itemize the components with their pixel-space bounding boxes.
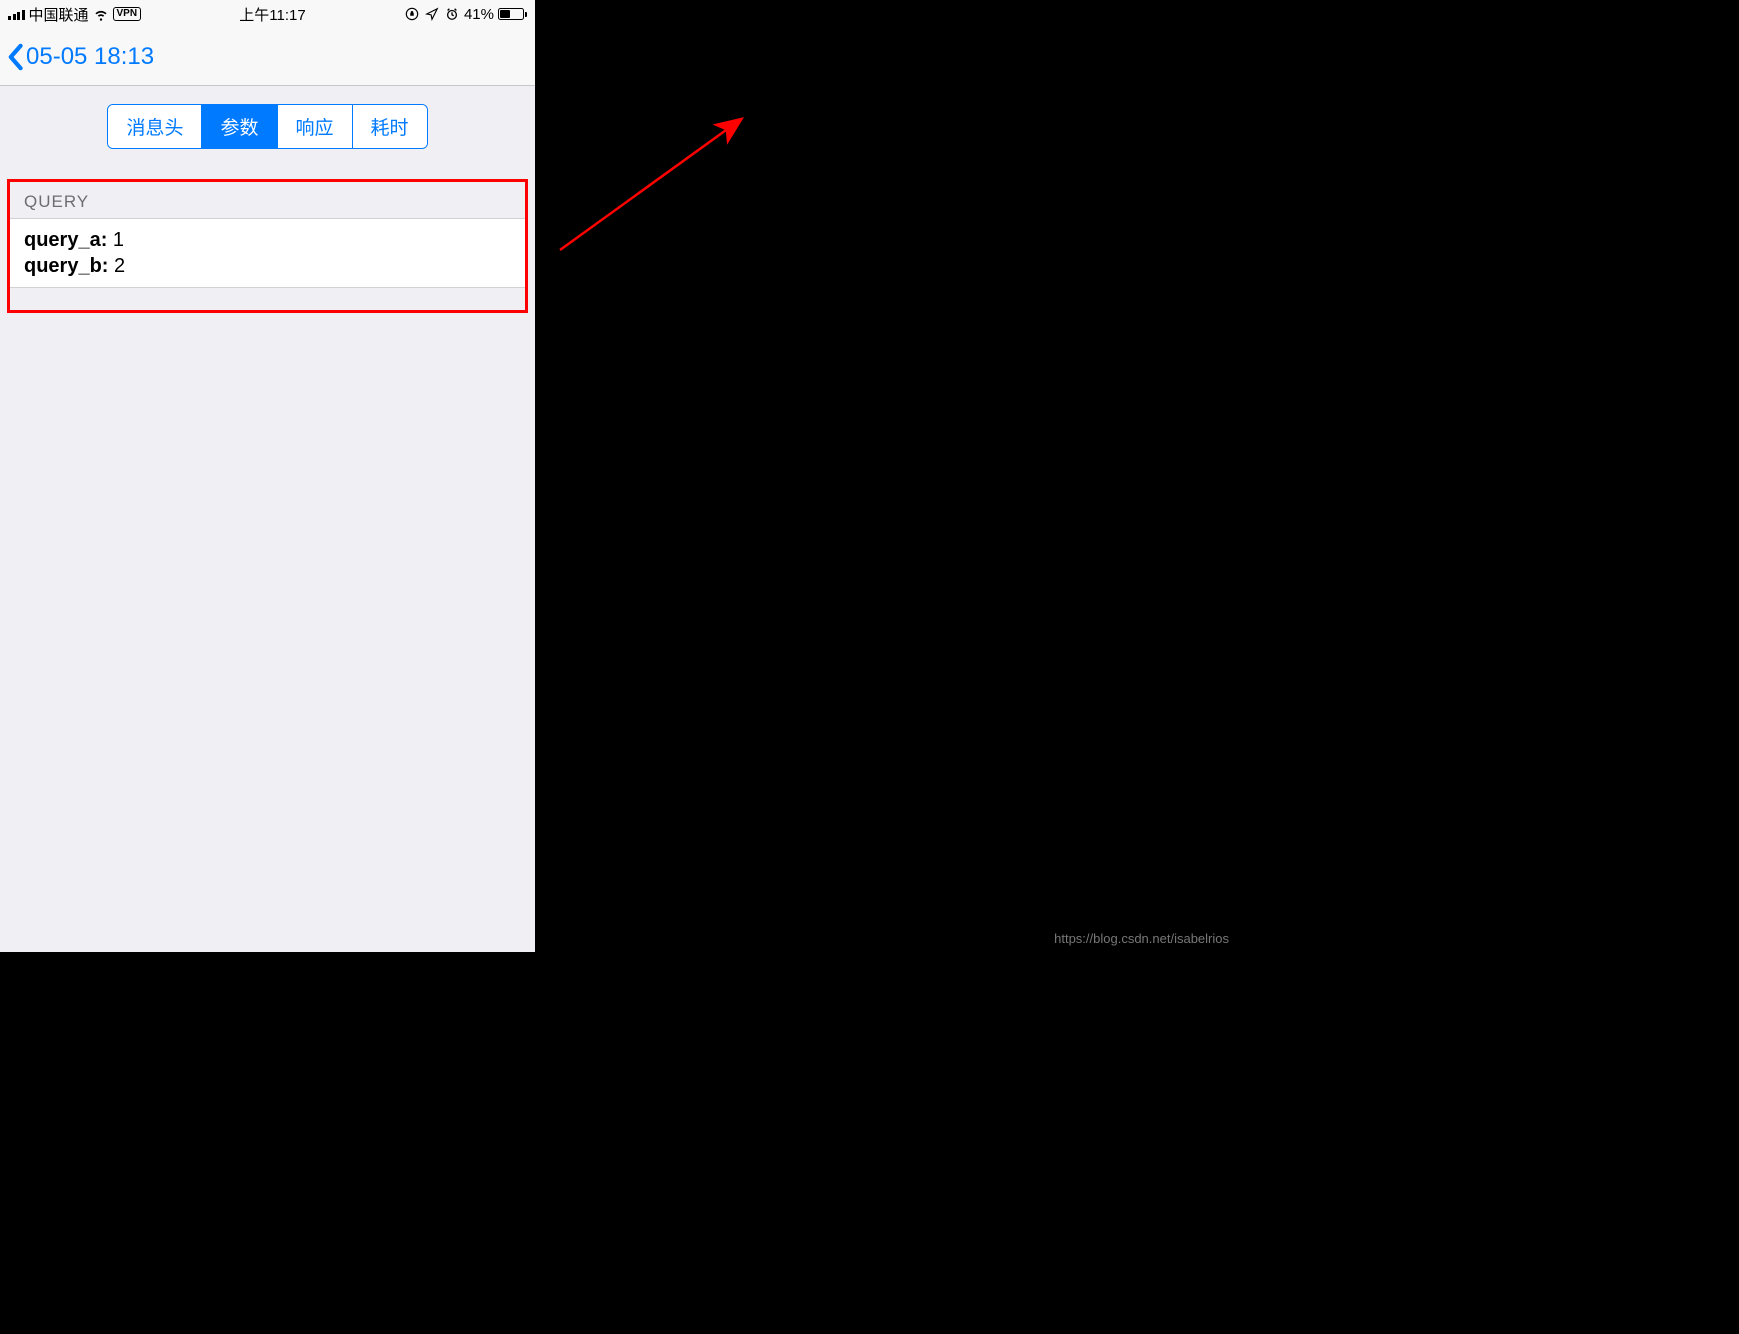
location-icon	[424, 7, 440, 21]
alarm-icon	[444, 7, 460, 21]
wifi-icon	[93, 7, 109, 21]
watermark: https://blog.csdn.net/isabelrios	[1054, 931, 1229, 946]
query-section-header: QUERY	[10, 182, 525, 219]
status-right: 41%	[404, 6, 527, 23]
tab-timing[interactable]: 耗时	[353, 105, 427, 148]
black-region	[535, 0, 1239, 952]
chevron-left-icon	[6, 43, 24, 71]
query-key: query_a:	[24, 229, 107, 251]
tab-params[interactable]: 参数	[202, 105, 277, 148]
phone-screenshot: 中国联通 VPN 上午11:17 41% 05-05 18:13	[0, 0, 535, 952]
segmented-wrap: 消息头 参数 响应 耗时	[0, 86, 535, 167]
back-title: 05-05 18:13	[26, 43, 154, 71]
tab-headers[interactable]: 消息头	[108, 105, 202, 148]
query-row: query_a: 1	[24, 227, 511, 253]
vpn-badge: VPN	[113, 7, 142, 21]
back-button[interactable]: 05-05 18:13	[6, 43, 154, 71]
status-left: 中国联通 VPN	[8, 4, 141, 25]
status-time: 上午11:17	[239, 4, 305, 25]
query-key: query_b:	[24, 255, 108, 277]
query-section-footer	[10, 288, 525, 310]
query-highlight-box: QUERY query_a: 1 query_b: 2	[7, 179, 528, 313]
battery-icon	[498, 8, 527, 20]
status-bar: 中国联通 VPN 上午11:17 41%	[0, 0, 535, 28]
tab-response[interactable]: 响应	[278, 105, 353, 148]
carrier-label: 中国联通	[29, 4, 89, 25]
signal-icon	[8, 8, 25, 20]
query-value: 1	[107, 229, 124, 251]
nav-bar: 05-05 18:13	[0, 28, 535, 86]
query-row: query_b: 2	[24, 253, 511, 279]
query-value: 2	[108, 255, 125, 277]
battery-percent: 41%	[464, 6, 494, 23]
segmented-control: 消息头 参数 响应 耗时	[107, 104, 427, 149]
query-section-body: query_a: 1 query_b: 2	[10, 219, 525, 288]
orientation-lock-icon	[404, 7, 420, 21]
